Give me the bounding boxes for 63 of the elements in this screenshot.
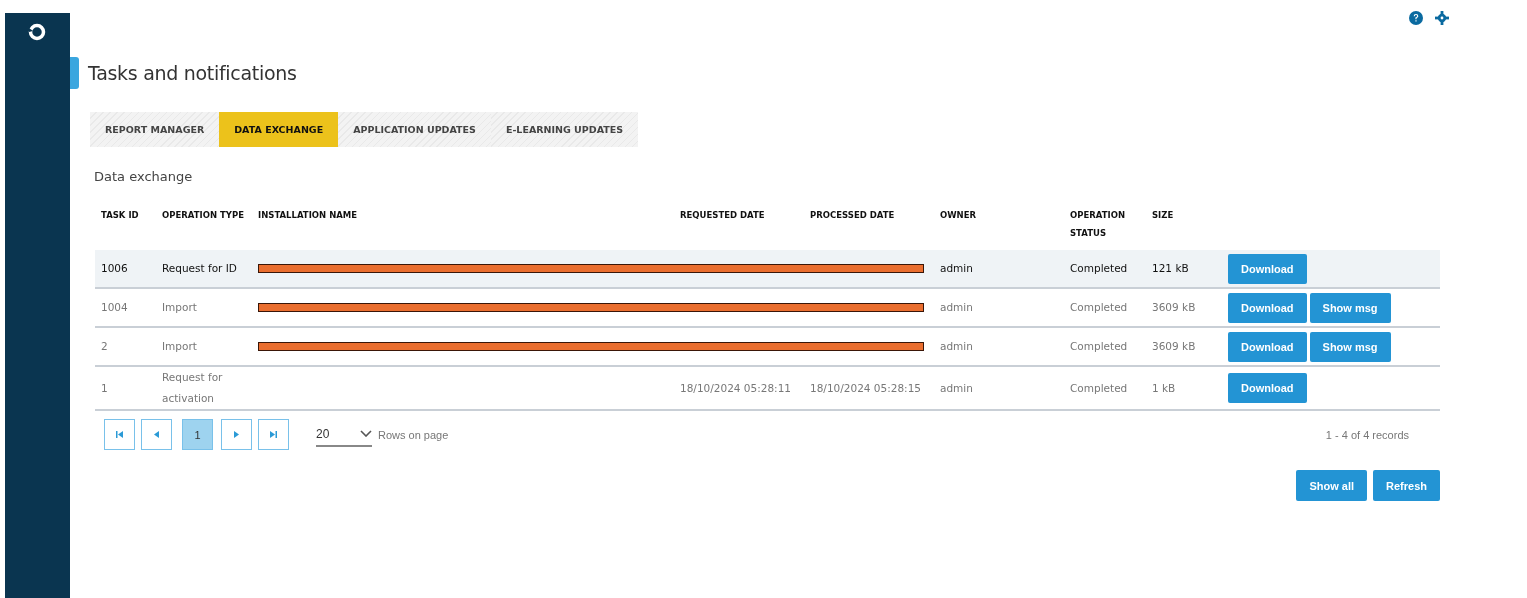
action-button[interactable]: Download — [1228, 253, 1307, 284]
ring-logo-icon[interactable] — [26, 22, 47, 42]
table-cell: 3609 kB — [1146, 327, 1222, 366]
tab[interactable]: E-LEARNING UPDATES — [490, 112, 639, 147]
first-page-icon — [116, 431, 123, 438]
rows-per-page-label: Rows on page — [378, 428, 449, 441]
table-cell: 1004 — [95, 288, 156, 327]
table-cell: admin — [934, 250, 1064, 288]
action-button[interactable]: Show all — [1296, 470, 1368, 501]
action-button[interactable]: Download — [1228, 331, 1307, 362]
column-header: OPERATION STATUS — [1064, 197, 1146, 250]
table-cell: 1006 — [95, 250, 156, 288]
tab[interactable]: REPORT MANAGER — [90, 112, 220, 147]
page-button[interactable]: 1 — [182, 419, 213, 450]
tab[interactable]: APPLICATION UPDATES — [338, 112, 491, 147]
next-page-button[interactable] — [221, 419, 252, 450]
table-cell: Request for ID — [156, 250, 252, 288]
column-header: REQUESTED DATE — [674, 197, 804, 250]
records-summary: 1 - 4 of 4 records — [1325, 428, 1409, 441]
action-button[interactable]: Download — [1228, 373, 1307, 403]
last-page-button[interactable] — [258, 419, 289, 450]
action-button[interactable]: Show msg — [1309, 331, 1391, 362]
column-header: INSTALLATION NAME — [252, 197, 674, 250]
column-header: TASK ID — [95, 197, 156, 250]
last-page-icon — [270, 431, 277, 438]
table-cell: Import — [156, 327, 252, 366]
action-button[interactable]: Show msg — [1309, 292, 1391, 323]
table-cell: Completed — [1064, 327, 1146, 366]
table-cell: admin — [934, 288, 1064, 327]
chevron-down-icon — [360, 430, 372, 437]
next-icon — [234, 431, 239, 438]
section-title: Data exchange — [94, 169, 194, 184]
table-row[interactable]: 2 Import admin Completed 3609 kB Download Show msg — [95, 327, 1440, 366]
column-header: OPERATION TYPE — [156, 197, 252, 250]
table-cell: admin — [934, 366, 1064, 410]
table-row[interactable]: 1 Request for activation 18/10/2024 05:28:11 18/10/2024 05:28:15 admin Completed 1 kB Download — [95, 366, 1440, 410]
previous-icon — [154, 431, 159, 438]
table-cell: Completed — [1064, 250, 1146, 288]
column-header: SIZE — [1146, 197, 1222, 250]
title-marker — [70, 57, 79, 89]
table-cell: 2 — [95, 327, 156, 366]
first-page-button[interactable] — [104, 419, 135, 450]
previous-page-button[interactable] — [141, 419, 172, 450]
table-cell: 121 kB — [1146, 250, 1222, 288]
table-cell: Completed — [1064, 288, 1146, 327]
table-row[interactable]: 1004 Import admin Completed 3609 kB Download Show msg — [95, 288, 1440, 327]
settings-icon[interactable] — [1433, 11, 1451, 25]
table-cell: 18/10/2024 05:28:15 — [804, 366, 934, 410]
table-cell: Import — [156, 288, 252, 327]
tab[interactable]: DATA EXCHANGE — [219, 112, 339, 147]
action-button[interactable]: Refresh — [1373, 470, 1440, 501]
table-cell: Completed — [1064, 366, 1146, 410]
rows-per-page-dropdown[interactable]: 20 — [316, 422, 372, 447]
action-button[interactable]: Download — [1228, 292, 1307, 323]
table-cell: admin — [934, 327, 1064, 366]
table-cell: 1 kB — [1146, 366, 1222, 410]
table-cell: Request for activation — [156, 366, 252, 410]
column-header: PROCESSED DATE — [804, 197, 934, 250]
table-cell: 3609 kB — [1146, 288, 1222, 327]
table-cell: 18/10/2024 05:28:11 — [674, 366, 804, 410]
page-title: Tasks and notifications — [88, 62, 297, 84]
table-cell: 1 — [95, 366, 156, 410]
column-header: OWNER — [934, 197, 1064, 250]
